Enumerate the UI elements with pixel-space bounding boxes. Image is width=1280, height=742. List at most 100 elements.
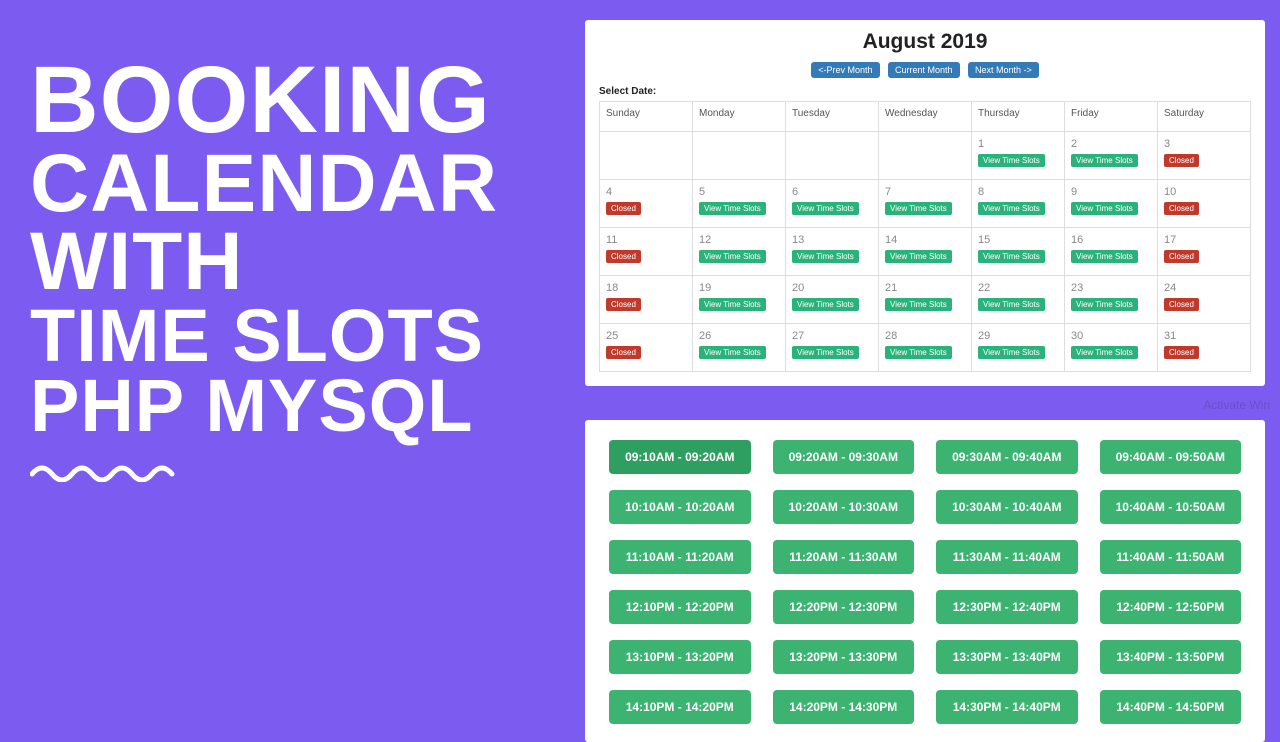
view-timeslots-badge[interactable]: View Time Slots (978, 250, 1045, 263)
calendar-cell[interactable]: 18Closed (600, 276, 693, 324)
timeslot-button[interactable]: 09:20AM - 09:30AM (773, 440, 915, 474)
calendar-cell[interactable]: 7 View Time Slots (879, 180, 972, 228)
calendar-cell[interactable]: 27 View Time Slots (786, 324, 879, 372)
day-number: 16 (1071, 234, 1151, 246)
calendar-cell[interactable]: 30View Time Slots (1065, 324, 1158, 372)
timeslot-button[interactable]: 10:10AM - 10:20AM (609, 490, 751, 524)
timeslot-button[interactable]: 09:10AM - 09:20AM (609, 440, 751, 474)
day-number: 1 (978, 138, 1058, 150)
timeslot-button[interactable]: 11:40AM - 11:50AM (1100, 540, 1242, 574)
timeslot-button[interactable]: 11:10AM - 11:20AM (609, 540, 751, 574)
next-month-button[interactable]: Next Month -> (968, 62, 1039, 78)
calendar-cell[interactable]: 24Closed (1158, 276, 1251, 324)
calendar-cell[interactable]: 8View Time Slots (972, 180, 1065, 228)
view-timeslots-badge[interactable]: View Time Slots (1071, 346, 1138, 359)
calendar-cell[interactable]: 12View Time Slots (693, 228, 786, 276)
calendar-cell[interactable]: 28View Time Slots (879, 324, 972, 372)
month-nav: <-Prev Month Current Month Next Month -> (599, 60, 1251, 78)
closed-badge: Closed (1164, 202, 1199, 215)
squiggle-icon (30, 460, 180, 482)
view-timeslots-badge[interactable]: View Time Slots (978, 202, 1045, 215)
timeslot-button[interactable]: 13:40PM - 13:50PM (1100, 640, 1242, 674)
current-month-button[interactable]: Current Month (888, 62, 960, 78)
view-timeslots-badge[interactable]: View Time Slots (885, 346, 952, 359)
timeslot-button[interactable]: 12:30PM - 12:40PM (936, 590, 1078, 624)
view-timeslots-badge[interactable]: View Time Slots (1071, 202, 1138, 215)
calendar-cell[interactable]: 26View Time Slots (693, 324, 786, 372)
day-number: 13 (792, 234, 872, 246)
calendar-cell[interactable]: 13 View Time Slots (786, 228, 879, 276)
calendar-cell[interactable]: 11Closed (600, 228, 693, 276)
prev-month-button[interactable]: <-Prev Month (811, 62, 879, 78)
calendar-cell[interactable]: 17Closed (1158, 228, 1251, 276)
view-timeslots-badge[interactable]: View Time Slots (699, 202, 766, 215)
view-timeslots-badge[interactable]: View Time Slots (699, 298, 766, 311)
timeslot-button[interactable]: 14:20PM - 14:30PM (773, 690, 915, 724)
view-timeslots-badge[interactable]: View Time Slots (978, 298, 1045, 311)
timeslot-button[interactable]: 09:40AM - 09:50AM (1100, 440, 1242, 474)
view-timeslots-badge[interactable]: View Time Slots (885, 298, 952, 311)
timeslot-button[interactable]: 14:30PM - 14:40PM (936, 690, 1078, 724)
day-number: 9 (1071, 186, 1151, 198)
timeslot-button[interactable]: 13:20PM - 13:30PM (773, 640, 915, 674)
calendar-cell[interactable]: 21View Time Slots (879, 276, 972, 324)
timeslot-button[interactable]: 12:40PM - 12:50PM (1100, 590, 1242, 624)
view-timeslots-badge[interactable]: View Time Slots (885, 202, 952, 215)
calendar-cell[interactable]: 20View Time Slots (786, 276, 879, 324)
calendar-cell[interactable]: 31Closed (1158, 324, 1251, 372)
day-number: 27 (792, 330, 872, 342)
closed-badge: Closed (606, 346, 641, 359)
timeslot-button[interactable]: 10:30AM - 10:40AM (936, 490, 1078, 524)
timeslot-button[interactable]: 11:20AM - 11:30AM (773, 540, 915, 574)
calendar-cell[interactable]: 25Closed (600, 324, 693, 372)
calendar-cell[interactable]: 10Closed (1158, 180, 1251, 228)
calendar-cell[interactable]: 29 View Time Slots (972, 324, 1065, 372)
timeslot-button[interactable]: 11:30AM - 11:40AM (936, 540, 1078, 574)
view-timeslots-badge[interactable]: View Time Slots (978, 346, 1045, 359)
calendar-cell[interactable]: 1 View Time Slots (972, 132, 1065, 180)
view-timeslots-badge[interactable]: View Time Slots (792, 250, 859, 263)
view-timeslots-badge[interactable]: View Time Slots (792, 298, 859, 311)
day-number: 22 (978, 282, 1058, 294)
view-timeslots-badge[interactable]: View Time Slots (885, 250, 952, 263)
calendar-cell[interactable]: 4Closed (600, 180, 693, 228)
day-number: 7 (885, 186, 965, 198)
timeslot-button[interactable]: 14:40PM - 14:50PM (1100, 690, 1242, 724)
calendar-cell[interactable]: 5View Time Slots (693, 180, 786, 228)
calendar-cell[interactable]: 15View Time Slots (972, 228, 1065, 276)
view-timeslots-badge[interactable]: View Time Slots (1071, 298, 1138, 311)
calendar-cell (693, 132, 786, 180)
view-timeslots-badge[interactable]: View Time Slots (1071, 154, 1138, 167)
view-timeslots-badge[interactable]: View Time Slots (978, 154, 1045, 167)
calendar-cell[interactable]: 2View Time Slots (1065, 132, 1158, 180)
view-timeslots-badge[interactable]: View Time Slots (699, 346, 766, 359)
calendar-cell[interactable]: 16 View Time Slots (1065, 228, 1158, 276)
timeslot-button[interactable]: 09:30AM - 09:40AM (936, 440, 1078, 474)
calendar-cell[interactable]: 6View Time Slots (786, 180, 879, 228)
timeslots-panel: 09:10AM - 09:20AM 09:20AM - 09:30AM 09:30A… (585, 420, 1265, 742)
hero-line2: CALENDAR (30, 145, 498, 223)
timeslot-button[interactable]: 14:10PM - 14:20PM (609, 690, 751, 724)
closed-badge: Closed (1164, 346, 1199, 359)
timeslot-button[interactable]: 13:30PM - 13:40PM (936, 640, 1078, 674)
view-timeslots-badge[interactable]: View Time Slots (699, 250, 766, 263)
calendar-cell[interactable]: 3Closed (1158, 132, 1251, 180)
calendar-cell[interactable]: 9 View Time Slots (1065, 180, 1158, 228)
activate-windows-watermark: Activate Win (1203, 398, 1270, 412)
day-header: Thursday (972, 102, 1065, 132)
timeslot-button[interactable]: 12:10PM - 12:20PM (609, 590, 751, 624)
day-number: 29 (978, 330, 1058, 342)
day-number: 11 (606, 234, 686, 246)
view-timeslots-badge[interactable]: View Time Slots (792, 346, 859, 359)
calendar-cell[interactable]: 23View Time Slots (1065, 276, 1158, 324)
calendar-cell[interactable]: 19View Time Slots (693, 276, 786, 324)
calendar-cell[interactable]: 22 View Time Slots (972, 276, 1065, 324)
timeslot-button[interactable]: 10:20AM - 10:30AM (773, 490, 915, 524)
view-timeslots-badge[interactable]: View Time Slots (1071, 250, 1138, 263)
calendar-cell (879, 132, 972, 180)
timeslot-button[interactable]: 13:10PM - 13:20PM (609, 640, 751, 674)
calendar-cell[interactable]: 14View Time Slots (879, 228, 972, 276)
view-timeslots-badge[interactable]: View Time Slots (792, 202, 859, 215)
timeslot-button[interactable]: 12:20PM - 12:30PM (773, 590, 915, 624)
timeslot-button[interactable]: 10:40AM - 10:50AM (1100, 490, 1242, 524)
